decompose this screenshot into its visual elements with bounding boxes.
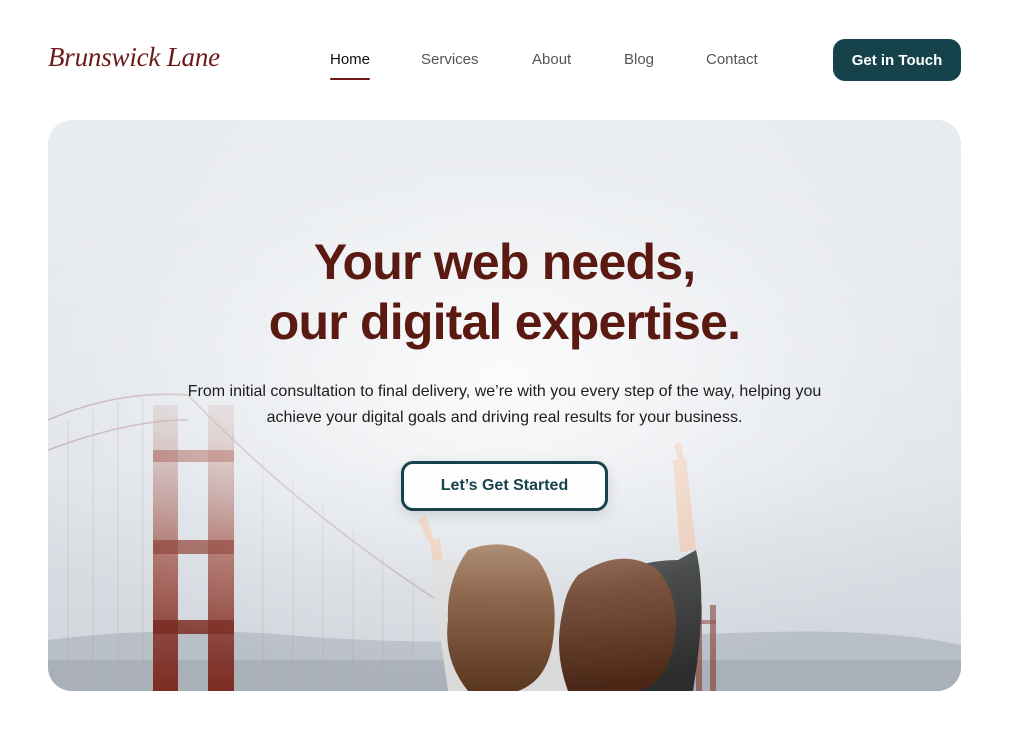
nav-item-home[interactable]: Home	[330, 50, 371, 80]
hero-heading-line-1: Your web needs,	[313, 234, 696, 290]
nav-item-contact[interactable]: Contact	[706, 50, 758, 70]
nav-item-services[interactable]: Services	[421, 50, 479, 70]
site-header: Brunswick Lane Home Services About Blog …	[0, 0, 1010, 120]
get-in-touch-button[interactable]: Get in Touch	[833, 39, 961, 81]
lets-get-started-button[interactable]: Let’s Get Started	[401, 461, 608, 511]
hero-heading-line-2: our digital expertise.	[268, 294, 741, 350]
nav-item-about[interactable]: About	[532, 50, 571, 70]
hero-section: Your web needs, our digital expertise. F…	[48, 120, 961, 691]
hero-heading: Your web needs, our digital expertise.	[48, 232, 961, 352]
nav-item-blog[interactable]: Blog	[624, 50, 654, 70]
hero-subtitle: From initial consultation to final deliv…	[187, 383, 822, 426]
